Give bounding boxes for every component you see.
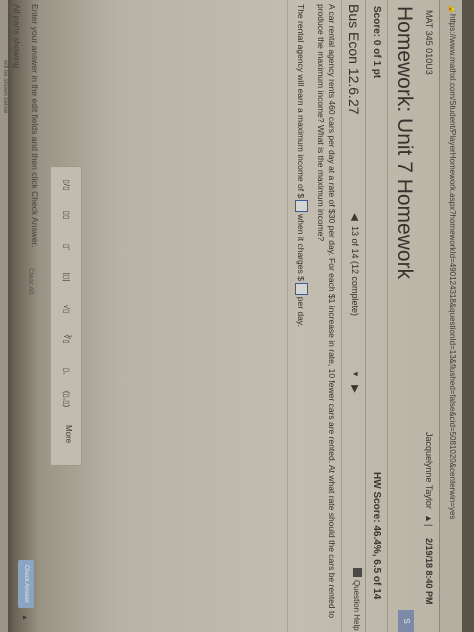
homework-score: HW Score: 46.4%, 6.5 of 14 bbox=[371, 472, 382, 600]
check-answer-button[interactable]: Check Answer bbox=[18, 560, 34, 608]
shown-below-text: will be shown below bbox=[2, 60, 8, 114]
all-parts-showing: All parts showing bbox=[12, 4, 22, 69]
mixed-number-button[interactable]: ▯▯ bbox=[59, 205, 73, 225]
answer-middle: when it charges $ bbox=[296, 214, 306, 281]
question-help-button[interactable]: Question Help bbox=[352, 568, 362, 631]
page-title: Homework: Unit 7 Homework bbox=[393, 6, 416, 280]
problem-text-line-2: produce the maximum income? What is the … bbox=[316, 4, 326, 242]
browser-tab-bar bbox=[462, 0, 474, 632]
triangle-left-icon: ◀ bbox=[349, 213, 360, 221]
header-separator: | bbox=[424, 524, 434, 527]
exponent-button[interactable]: ▯' bbox=[59, 237, 73, 257]
alert-icon: ▲ bbox=[424, 514, 434, 523]
absolute-value-button[interactable]: |▯| bbox=[59, 267, 73, 287]
subscript-button[interactable]: ▯, bbox=[59, 361, 73, 381]
question-id: Bus Econ 12.6.27 bbox=[346, 4, 362, 115]
answer-prefix: The rental agency will earn a maximum in… bbox=[296, 4, 306, 199]
lock-icon: 🔒 bbox=[448, 4, 457, 14]
cube-root-button[interactable]: ∛▯ bbox=[59, 329, 73, 349]
help-grid-icon bbox=[353, 568, 362, 577]
previous-question-button[interactable]: ◀ bbox=[346, 210, 362, 224]
next-question-button[interactable]: ▶ bbox=[346, 382, 362, 396]
instruction-text: Enter your answer in the edit fields and… bbox=[30, 4, 40, 248]
more-button[interactable]: More bbox=[64, 425, 73, 443]
question-help-label: Question Help bbox=[352, 580, 361, 631]
side-tab-button[interactable]: S bbox=[398, 610, 414, 632]
divider bbox=[287, 0, 288, 632]
clear-all-button[interactable]: Clear All bbox=[27, 268, 34, 294]
user-name: Jacquelynne Taylor bbox=[424, 432, 434, 509]
ordered-pair-button[interactable]: (▯,▯) bbox=[59, 389, 73, 409]
question-score: Score: 0 of 1 pt bbox=[371, 6, 382, 79]
photo-frame: 🔒 https://www.mathxl.com/Student/PlayerH… bbox=[0, 0, 474, 632]
question-position[interactable]: 13 of 14 (12 complete) bbox=[350, 226, 360, 316]
divider bbox=[341, 0, 342, 632]
monitor-screen: 🔒 https://www.mathxl.com/Student/PlayerH… bbox=[0, 0, 474, 632]
rate-input[interactable] bbox=[295, 282, 308, 295]
square-root-button[interactable]: √▯ bbox=[59, 299, 73, 319]
fraction-button[interactable]: ▯/▯ bbox=[59, 175, 73, 195]
question-navigator: ◀ 13 of 14 (12 complete) ▼ ▶ bbox=[344, 210, 362, 402]
date-time: 2/19/18 8:40 PM bbox=[424, 538, 434, 605]
problem-text-line-1: A car rental agency rents 460 cars per d… bbox=[327, 4, 337, 619]
answer-sentence: The rental agency will earn a maximum in… bbox=[295, 4, 308, 327]
math-palette: ▯/▯ ▯▯ ▯' |▯| √▯ ∛▯ ▯, (▯,▯) More bbox=[50, 166, 82, 466]
course-name: MAT 345 010U3 bbox=[424, 10, 434, 75]
scroll-up-icon[interactable]: ▲ bbox=[21, 614, 28, 621]
answer-suffix: per day. bbox=[296, 296, 306, 327]
max-income-input[interactable] bbox=[295, 200, 308, 213]
dropdown-caret-icon[interactable]: ▼ bbox=[351, 370, 360, 378]
divider bbox=[387, 0, 388, 632]
divider bbox=[365, 0, 366, 632]
url-text[interactable]: https://www.mathxl.com/Student/PlayerHom… bbox=[448, 14, 457, 519]
triangle-right-icon: ▶ bbox=[349, 385, 360, 393]
